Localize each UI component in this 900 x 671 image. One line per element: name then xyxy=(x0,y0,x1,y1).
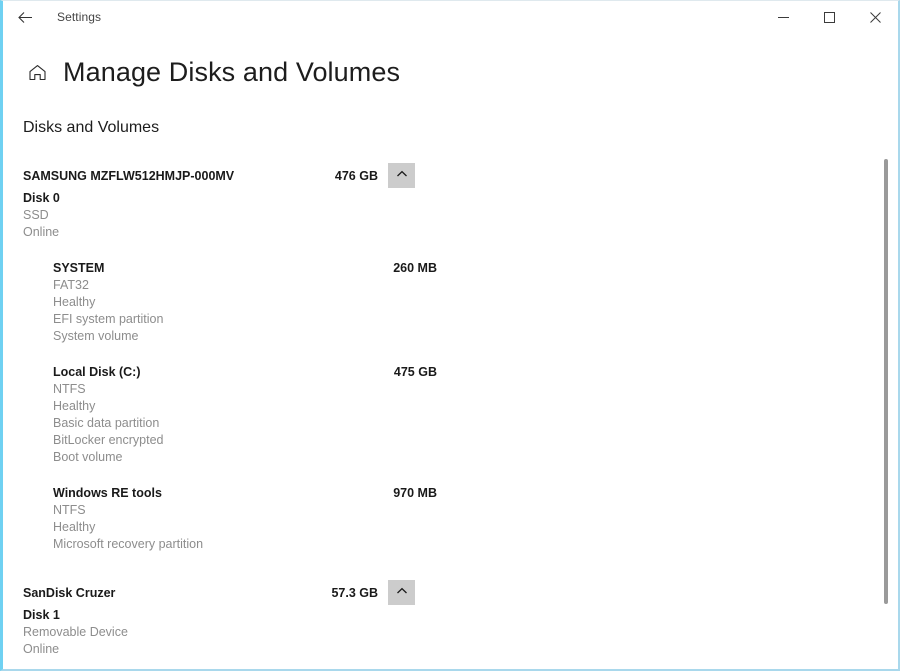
volume-header: Local Disk (C:) 475 GB xyxy=(53,363,437,381)
volume-name: Windows RE tools xyxy=(53,486,162,500)
disk-block: SanDisk Cruzer 57.3 GB Disk 1 Removable Dev… xyxy=(23,580,898,669)
back-button[interactable] xyxy=(3,1,47,33)
volume-meta: System volume xyxy=(53,329,139,343)
disk-size: 476 GB xyxy=(334,169,378,183)
volume-list: SYSTEM 260 MB FAT32 Healthy EFI system parti… xyxy=(23,259,898,553)
title-bar: Settings xyxy=(3,1,898,33)
disk-header[interactable]: SanDisk Cruzer 57.3 GB xyxy=(23,580,415,605)
volume-header: Windows RE tools 970 MB xyxy=(53,484,437,502)
volume-item[interactable]: Windows RE tools 970 MB NTFS Healthy Microso… xyxy=(53,484,898,553)
volume-meta: NTFS xyxy=(53,382,86,396)
volume-meta: Healthy xyxy=(53,399,96,413)
disk-name: SAMSUNG MZFLW512HMJP-000MV xyxy=(23,169,235,183)
volume-meta: Microsoft recovery partition xyxy=(53,537,204,551)
chevron-up-icon xyxy=(396,168,408,183)
disk-collapse-button[interactable] xyxy=(388,163,415,188)
volume-meta: NTFS xyxy=(53,503,86,517)
app-title: Settings xyxy=(57,10,102,24)
volume-meta: BitLocker encrypted xyxy=(53,433,164,447)
volume-item[interactable]: SYSTEM 260 MB FAT32 Healthy EFI system parti… xyxy=(53,259,898,345)
disk-list: SAMSUNG MZFLW512HMJP-000MV 476 GB Disk 0 SS… xyxy=(23,163,898,669)
volume-size: 475 GB xyxy=(393,365,437,379)
minimize-button[interactable] xyxy=(760,1,806,33)
back-arrow-icon xyxy=(17,9,34,26)
volume-size: 970 MB xyxy=(393,486,437,500)
volume-header: SYSTEM 260 MB xyxy=(53,259,437,277)
volume-meta: Boot volume xyxy=(53,450,123,464)
disk-block: SAMSUNG MZFLW512HMJP-000MV 476 GB Disk 0 SS… xyxy=(23,163,898,553)
volume-meta: EFI system partition xyxy=(53,312,164,326)
disk-type: SSD xyxy=(23,208,49,222)
disk-number: Disk 1 xyxy=(23,608,60,622)
disk-status: Online xyxy=(23,225,60,239)
page-title: Manage Disks and Volumes xyxy=(63,56,401,87)
disk-collapse-button[interactable] xyxy=(388,580,415,605)
chevron-up-icon xyxy=(396,585,408,600)
maximize-button[interactable] xyxy=(806,1,852,33)
volume-name: Local Disk (C:) xyxy=(53,365,141,379)
disk-separator xyxy=(23,571,898,585)
home-icon[interactable] xyxy=(23,58,51,86)
volume-item[interactable]: Local Disk (C:) 475 GB NTFS Healthy Basic da… xyxy=(53,363,898,466)
content-area: Disks and Volumes SAMSUNG MZFLW512HMJP-0… xyxy=(3,95,898,669)
volume-meta: FAT32 xyxy=(53,278,89,292)
page-header: Manage Disks and Volumes xyxy=(3,33,898,95)
disk-name: SanDisk Cruzer xyxy=(23,586,116,600)
section-title: Disks and Volumes xyxy=(23,119,160,136)
disk-status: Online xyxy=(23,642,60,656)
volume-name: SYSTEM xyxy=(53,261,105,275)
settings-window: Settings Manage Disks and Volumes Disks … xyxy=(0,0,900,671)
close-button[interactable] xyxy=(852,1,898,33)
volume-size: 260 MB xyxy=(393,261,437,275)
disk-number: Disk 0 xyxy=(23,191,60,205)
disk-size: 57.3 GB xyxy=(331,586,378,600)
disk-type: Removable Device xyxy=(23,625,128,639)
vertical-scrollbar[interactable] xyxy=(881,95,891,669)
scrollbar-thumb[interactable] xyxy=(884,159,888,604)
volume-meta: Healthy xyxy=(53,295,96,309)
volume-meta: Basic data partition xyxy=(53,416,160,430)
disk-header[interactable]: SAMSUNG MZFLW512HMJP-000MV 476 GB xyxy=(23,163,415,188)
window-controls xyxy=(760,1,898,33)
volume-meta: Healthy xyxy=(53,520,96,534)
